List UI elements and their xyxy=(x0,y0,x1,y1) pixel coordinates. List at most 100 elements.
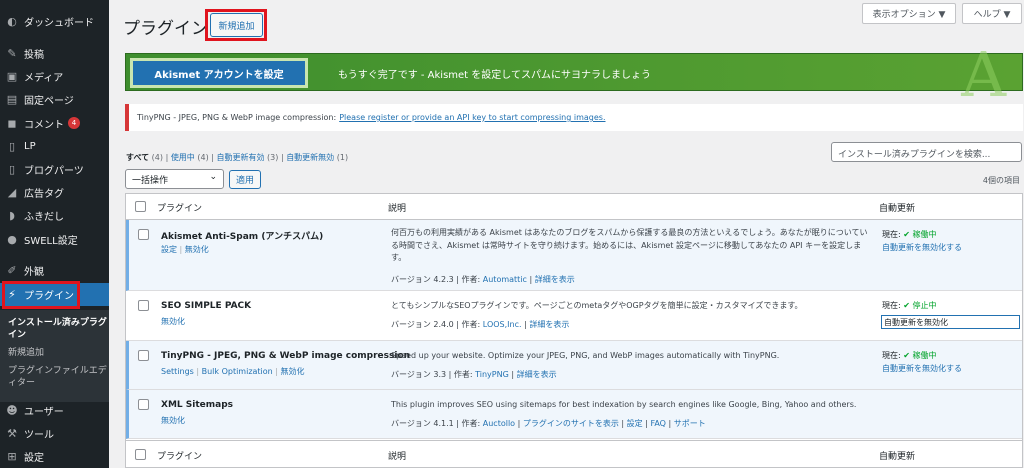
plugin-description: Speed up your website. Optimize your JPE… xyxy=(391,351,780,360)
plugin-details-link[interactable]: 詳細を表示 xyxy=(535,275,575,284)
sidebar-item-ad-tags[interactable]: ◢ 広告タグ xyxy=(0,181,109,203)
sidebar-item-media[interactable]: ▣ メディア xyxy=(0,65,109,87)
filter-auto-update-off[interactable]: 自動更新無効 xyxy=(286,153,334,162)
sidebar-item-pages[interactable]: ▤ 固定ページ xyxy=(0,88,109,110)
table-row: Akismet Anti-Spam (アンチスパム) 設定 | 無効化 何百万も… xyxy=(126,220,1022,291)
row-checkbox[interactable] xyxy=(138,399,149,410)
col-plugin: プラグイン xyxy=(157,204,203,214)
table-header: プラグイン 説明 自動更新 xyxy=(126,194,1022,220)
plugin-faq-link[interactable]: FAQ xyxy=(650,419,666,428)
plugin-name: Akismet Anti-Spam (アンチスパム) xyxy=(161,232,324,242)
megaphone-icon: ◢ xyxy=(7,185,17,199)
auto-update-toggle-link[interactable]: 自動更新を無効化する xyxy=(882,364,962,373)
plugin-settings-link[interactable]: 設定 xyxy=(627,419,643,428)
sidebar-item-dashboard[interactable]: ◐ ダッシュボード xyxy=(0,10,109,32)
plugin-version: バージョン 4.2.3 | 作者: Automattic | 詳細を表示 xyxy=(391,275,575,284)
comment-icon: ◼ xyxy=(7,116,17,130)
sidebar-item-blog-parts[interactable]: ▯ ブログパーツ xyxy=(0,158,109,180)
help-button[interactable]: ヘルプ ▼ xyxy=(962,3,1022,24)
settings-icon: ⊞ xyxy=(7,449,17,463)
add-new-button[interactable]: 新規追加 xyxy=(210,13,263,37)
select-all-checkbox-footer[interactable] xyxy=(135,449,146,460)
plugin-actions: 無効化 xyxy=(161,415,185,426)
brush-icon: ✐ xyxy=(7,263,17,277)
submenu-plugin-editor[interactable]: プラグインファイルエディター xyxy=(8,365,108,389)
sidebar-item-comments[interactable]: ◼ コメント 4 xyxy=(0,112,109,134)
chevron-down-icon: ⌄ xyxy=(209,172,217,182)
notice-text: TinyPNG - JPEG, PNG & WebP image compres… xyxy=(137,113,337,122)
auto-update-cell: 現在: ✔ 稼働中 自動更新を無効化する xyxy=(882,230,962,252)
akismet-logo: A xyxy=(961,38,1006,111)
plugin-author-link[interactable]: Auctollo xyxy=(483,419,515,428)
swell-icon: ● xyxy=(7,232,17,246)
auto-update-toggle-link[interactable]: 自動更新を無効化 xyxy=(881,315,1020,329)
row-checkbox[interactable] xyxy=(138,300,149,311)
pin-icon: ✎ xyxy=(7,46,17,60)
admin-sidebar: ◐ ダッシュボード ✎ 投稿 ▣ メディア ▤ 固定ページ ◼ コメント 4 ▯ LP ▯ ブロ… xyxy=(0,0,109,468)
screen-options-button[interactable]: 表示オプション ▼ xyxy=(862,3,956,24)
col-description-footer: 説明 xyxy=(388,452,407,462)
filter-active[interactable]: 使用中 xyxy=(171,153,195,162)
submenu-add-new[interactable]: 新規追加 xyxy=(8,347,108,359)
page-title: プラグイン xyxy=(123,19,208,39)
dashboard-icon: ◐ xyxy=(7,14,17,28)
plugin-details-link[interactable]: 詳細を表示 xyxy=(517,370,557,379)
plugin-deactivate-link[interactable]: 無効化 xyxy=(185,245,209,254)
sidebar-item-appearance[interactable]: ✐ 外観 xyxy=(0,259,109,281)
sidebar-item-posts[interactable]: ✎ 投稿 xyxy=(0,42,109,64)
plugin-actions: Settings | Bulk Optimization | 無効化 xyxy=(161,367,305,376)
plugin-name: SEO SIMPLE PACK xyxy=(161,301,252,311)
select-all-checkbox[interactable] xyxy=(135,201,146,212)
akismet-banner-text: もうすぐ完了です - Akismet を設定してスパムにサヨナラしましょう xyxy=(338,70,651,81)
plugin-author-link[interactable]: LOOS,Inc. xyxy=(483,320,522,329)
plugin-actions: 設定 | 無効化 xyxy=(161,245,209,254)
plugins-table: プラグイン 説明 自動更新 Akismet Anti-Spam (アンチスパム)… xyxy=(125,193,1023,468)
row-checkbox[interactable] xyxy=(138,229,149,240)
sidebar-item-settings[interactable]: ⊞ 設定 xyxy=(0,445,109,467)
sidebar-item-users[interactable]: ☻ ユーザー xyxy=(0,399,109,421)
plugin-deactivate-link[interactable]: 無効化 xyxy=(161,317,185,326)
plugin-version: バージョン 4.1.1 | 作者: Auctollo | プラグインのサイトを表… xyxy=(391,419,706,428)
bulk-action-select[interactable]: 一括操作 ⌄ xyxy=(125,169,224,189)
filter-auto-update-on[interactable]: 自動更新有効 xyxy=(217,153,265,162)
plugin-support-link[interactable]: サポート xyxy=(674,419,706,428)
auto-update-toggle-link[interactable]: 自動更新を無効化する xyxy=(882,243,962,252)
notice-register-link[interactable]: Please register or provide an API key to… xyxy=(339,113,605,122)
plugin-name: TinyPNG - JPEG, PNG & WebP image compres… xyxy=(161,351,411,361)
plugin-settings-link[interactable]: 設定 xyxy=(161,245,177,254)
akismet-setup-button[interactable]: Akismet アカウントを設定 xyxy=(130,58,308,88)
sidebar-item-plugins[interactable]: ⚡ プラグイン xyxy=(0,283,109,306)
col-description: 説明 xyxy=(388,204,407,214)
main-content: プラグイン 新規追加 表示オプション ▼ ヘルプ ▼ Akismet アカウント… xyxy=(109,0,1024,468)
sidebar-item-balloons[interactable]: ◗ ふきだし xyxy=(0,204,109,226)
plugin-filters: すべて (4) | 使用中 (4) | 自動更新有効 (3) | 自動更新無効 … xyxy=(126,153,349,162)
sidebar-item-tools[interactable]: ⚒ ツール xyxy=(0,422,109,444)
media-icon: ▣ xyxy=(6,69,18,83)
sidebar-item-swell[interactable]: ● SWELL設定 xyxy=(0,228,109,250)
apply-button[interactable]: 適用 xyxy=(229,170,261,189)
plugin-site-link[interactable]: プラグインのサイトを表示 xyxy=(523,419,619,428)
plugin-deactivate-link[interactable]: 無効化 xyxy=(161,416,185,425)
plugin-settings-link[interactable]: Settings xyxy=(161,367,194,376)
submenu-installed-plugins[interactable]: インストール済みプラグイン xyxy=(8,317,108,341)
table-row: XML Sitemaps 無効化 This plugin improves SE… xyxy=(126,390,1022,439)
plugin-deactivate-link[interactable]: 無効化 xyxy=(281,367,305,376)
filter-all[interactable]: すべて xyxy=(126,153,149,162)
table-row: TinyPNG - JPEG, PNG & WebP image compres… xyxy=(126,341,1022,390)
speech-bubble-icon: ◗ xyxy=(9,208,15,222)
document-icon: ▯ xyxy=(8,139,16,153)
plugin-actions: 無効化 xyxy=(161,316,185,327)
plugin-author-link[interactable]: Automattic xyxy=(483,275,527,284)
user-icon: ☻ xyxy=(6,403,18,417)
plugin-bulk-optimization-link[interactable]: Bulk Optimization xyxy=(202,367,273,376)
wrench-icon: ⚒ xyxy=(7,426,17,440)
tinypng-notice: TinyPNG - JPEG, PNG & WebP image compres… xyxy=(125,104,1023,131)
auto-update-cell: 現在: ✔ 停止中 xyxy=(882,301,937,310)
row-checkbox[interactable] xyxy=(138,350,149,361)
plugin-details-link[interactable]: 詳細を表示 xyxy=(529,320,569,329)
col-auto-update-footer: 自動更新 xyxy=(879,452,916,462)
akismet-banner: Akismet アカウントを設定 もうすぐ完了です - Akismet を設定し… xyxy=(125,38,1023,111)
plugin-author-link[interactable]: TinyPNG xyxy=(475,370,509,379)
sidebar-item-lp[interactable]: ▯ LP xyxy=(0,135,109,157)
plugin-search-input[interactable]: インストール済みプラグインを検索... xyxy=(831,142,1022,162)
